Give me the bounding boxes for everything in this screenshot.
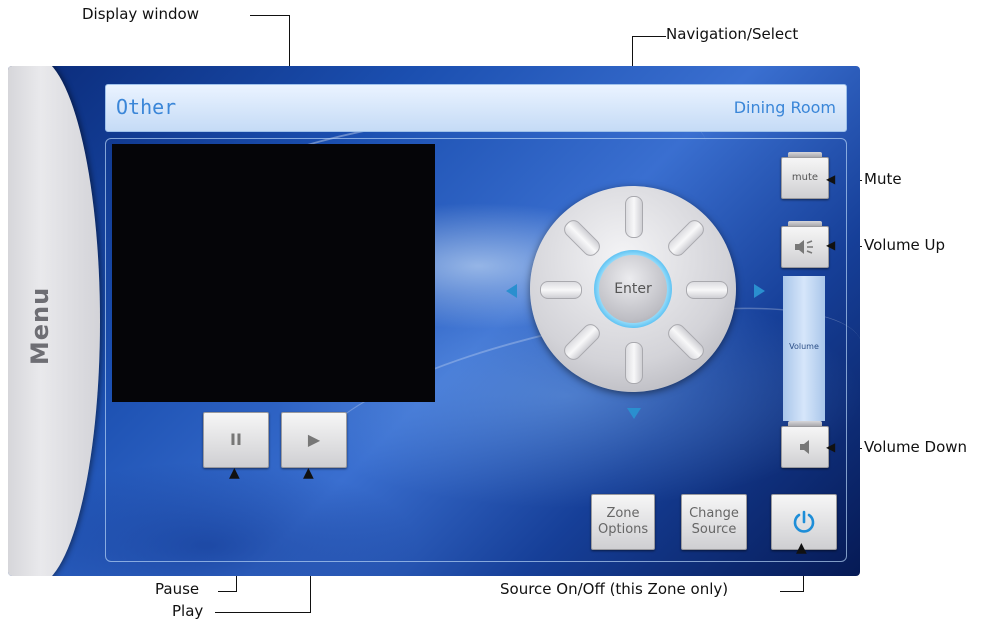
display-window bbox=[112, 144, 435, 402]
volume-down-button[interactable] bbox=[781, 421, 829, 468]
zone-options-button[interactable]: Zone Options bbox=[591, 494, 655, 550]
change-source-label: Change Source bbox=[689, 506, 739, 537]
control-panel: Menu Other Dining Room II ▶ Enter mute V… bbox=[8, 66, 860, 576]
navigation-pad[interactable]: Enter bbox=[530, 186, 736, 392]
callout-arrow: ▲ bbox=[303, 465, 314, 481]
callout-arrow: ◀ bbox=[826, 440, 836, 454]
nav-down-arrow-icon[interactable] bbox=[627, 408, 641, 419]
volume-up-button[interactable] bbox=[781, 221, 829, 268]
source-name: Other bbox=[116, 95, 177, 119]
nav-up-right-button[interactable] bbox=[664, 216, 708, 260]
nav-right-arrow-icon[interactable] bbox=[754, 284, 765, 298]
zone-options-label: Zone Options bbox=[598, 506, 649, 537]
menu-label: Menu bbox=[26, 286, 54, 366]
callout-arrow: ▲ bbox=[796, 540, 807, 556]
nav-down-left-button[interactable] bbox=[560, 320, 604, 364]
mute-label: mute bbox=[791, 172, 819, 183]
callout-line bbox=[250, 15, 290, 16]
callout-arrow: ◀ bbox=[826, 238, 836, 252]
callout-volume-up: Volume Up bbox=[864, 236, 946, 254]
callout-arrow: ▲ bbox=[229, 465, 240, 481]
nav-left-button[interactable] bbox=[540, 281, 582, 299]
nav-right-button[interactable] bbox=[686, 281, 728, 299]
callout-play: Play bbox=[172, 602, 204, 620]
callout-mute: Mute bbox=[864, 170, 902, 188]
callout-display-window: Display window bbox=[82, 5, 199, 23]
volume-label: Volume bbox=[789, 342, 819, 351]
callout-navigation-select: Navigation/Select bbox=[666, 25, 799, 43]
callout-line bbox=[780, 591, 804, 592]
play-button[interactable]: ▶ bbox=[281, 412, 347, 468]
nav-left-arrow-icon[interactable] bbox=[506, 284, 517, 298]
power-icon bbox=[793, 510, 815, 533]
callout-pause: Pause bbox=[155, 580, 200, 598]
enter-button[interactable]: Enter bbox=[599, 255, 667, 323]
callout-line bbox=[215, 612, 311, 613]
change-source-button[interactable]: Change Source bbox=[681, 494, 747, 550]
callout-source-on-off: Source On/Off (this Zone only) bbox=[500, 580, 729, 598]
speaker-down-icon bbox=[800, 440, 809, 454]
enter-label: Enter bbox=[614, 281, 652, 297]
nav-up-left-button[interactable] bbox=[560, 216, 604, 260]
speaker-up-icon bbox=[795, 240, 813, 254]
callout-line bbox=[218, 591, 237, 592]
nav-up-button[interactable] bbox=[625, 196, 643, 238]
pause-icon: II bbox=[230, 430, 242, 449]
mute-button[interactable]: mute bbox=[781, 152, 829, 199]
menu-tab[interactable]: Menu bbox=[8, 66, 100, 576]
callout-volume-down: Volume Down bbox=[864, 438, 968, 456]
play-icon: ▶ bbox=[307, 430, 321, 449]
pause-button[interactable]: II bbox=[203, 412, 269, 468]
callout-line bbox=[632, 36, 666, 37]
title-bar: Other Dining Room bbox=[105, 84, 847, 132]
nav-down-right-button[interactable] bbox=[664, 320, 708, 364]
callout-arrow: ◀ bbox=[826, 172, 836, 186]
nav-down-button[interactable] bbox=[625, 342, 643, 384]
zone-name: Dining Room bbox=[733, 98, 836, 117]
